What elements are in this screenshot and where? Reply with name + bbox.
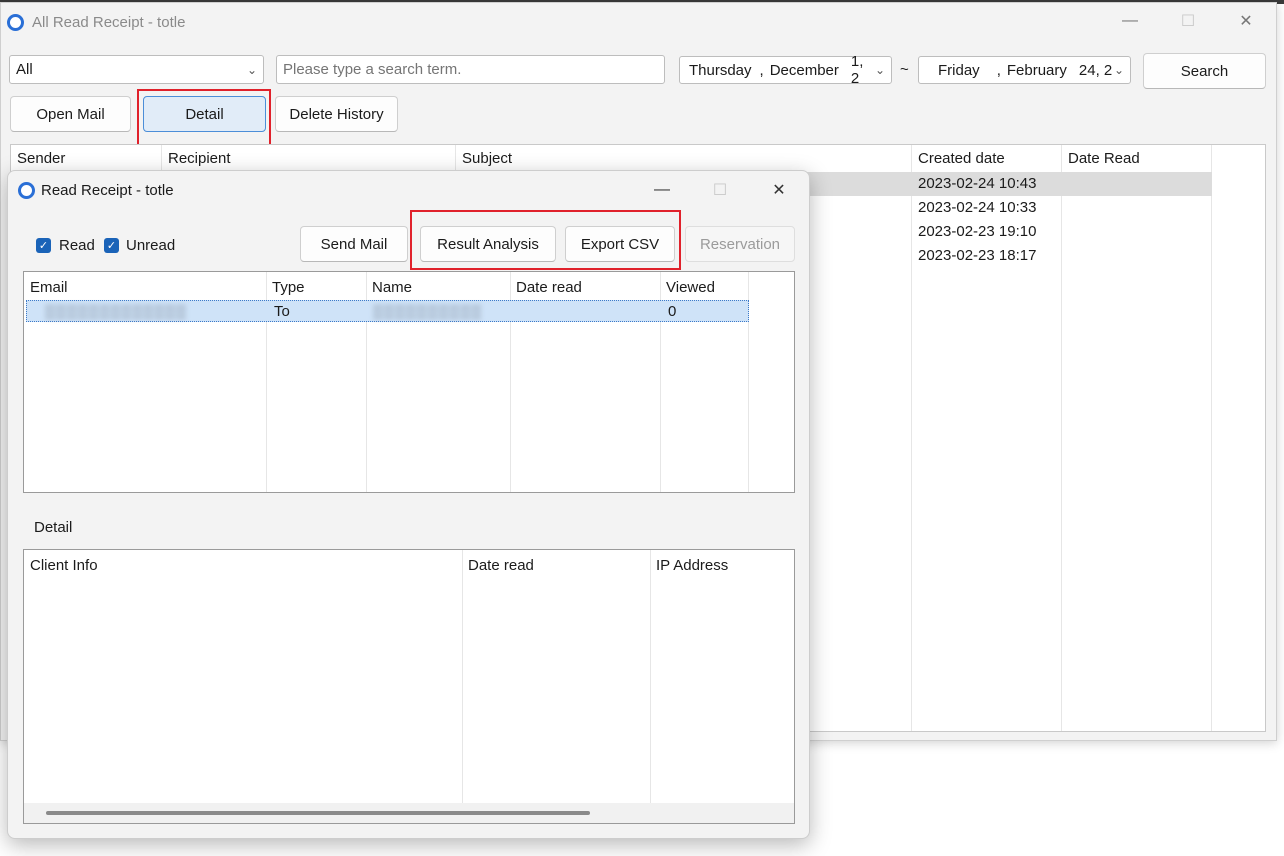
chevron-down-icon: ⌄ (246, 62, 257, 77)
column-divider (1061, 145, 1062, 731)
column-subject[interactable]: Subject (456, 145, 912, 171)
detail-table[interactable]: Client Info Date read IP Address (23, 549, 795, 824)
column-client-info[interactable]: Client Info (24, 553, 462, 577)
column-name[interactable]: Name (366, 275, 510, 299)
column-type[interactable]: Type (266, 275, 366, 299)
horizontal-scrollbar[interactable] (24, 803, 794, 823)
date-to-day: 24, 2 (1078, 61, 1113, 79)
column-divider (911, 145, 912, 731)
column-created-date[interactable]: Created date (912, 145, 1062, 171)
close-icon[interactable]: ✕ (1223, 3, 1269, 39)
type-cell: To (274, 303, 290, 320)
chevron-down-icon: ⌄ (874, 63, 885, 77)
filter-dropdown[interactable]: All ⌄ (9, 55, 264, 84)
date-to-weekday: Friday (938, 61, 980, 79)
email-cell: ▒▒▒▒▒▒▒▒▒▒▒▒▒ (45, 303, 187, 319)
created-date-cell: 2023-02-23 18:17 (918, 247, 1037, 264)
date-from-weekday: Thursday (689, 61, 752, 79)
recipient-table[interactable]: Email Type Name Date read Viewed ▒▒▒▒▒▒▒… (23, 271, 795, 493)
date-to-month: February (1006, 61, 1067, 79)
column-email[interactable]: Email (24, 275, 266, 299)
chevron-down-icon: ⌄ (1113, 63, 1124, 77)
date-to-comma: , (996, 61, 1001, 79)
created-date-cell: 2023-02-24 10:33 (918, 199, 1037, 216)
column-divider (1211, 145, 1212, 731)
date-from-month: December (769, 61, 839, 79)
maximize-icon[interactable]: ☐ (1165, 3, 1211, 39)
search-input[interactable] (276, 55, 665, 84)
column-divider (650, 550, 651, 803)
read-checkbox[interactable]: ✓ (36, 238, 51, 253)
scrollbar-thumb[interactable] (46, 811, 590, 815)
read-receipt-dialog: Read Receipt - totle — ☐ ✕ ✓ Read ✓ Unre… (7, 170, 810, 839)
minimize-icon[interactable]: — (639, 172, 685, 208)
open-mail-button[interactable]: Open Mail (10, 96, 131, 132)
column-date-read[interactable]: Date read (510, 275, 660, 299)
window-title: All Read Receipt - totle (32, 14, 186, 31)
close-icon[interactable]: ✕ (756, 172, 802, 208)
created-date-cell: 2023-02-24 10:43 (918, 175, 1037, 192)
search-button[interactable]: Search (1143, 53, 1266, 89)
export-csv-button[interactable]: Export CSV (565, 226, 675, 262)
column-viewed[interactable]: Viewed (660, 275, 748, 299)
date-range-separator: ~ (900, 61, 909, 78)
minimize-icon[interactable]: — (1107, 3, 1153, 39)
reservation-button[interactable]: Reservation (685, 226, 795, 262)
result-analysis-button[interactable]: Result Analysis (420, 226, 556, 262)
send-mail-button[interactable]: Send Mail (300, 226, 408, 262)
created-date-cell: 2023-02-23 19:10 (918, 223, 1037, 240)
column-date-read[interactable]: Date read (462, 553, 650, 577)
date-to-picker[interactable]: Friday , February 24, 2 ⌄ (918, 56, 1131, 84)
column-ip-address[interactable]: IP Address (650, 553, 794, 577)
column-divider (462, 550, 463, 803)
unread-checkbox[interactable]: ✓ (104, 238, 119, 253)
maximize-icon[interactable]: ☐ (697, 172, 743, 208)
name-cell: ▒▒▒▒▒▒▒▒▒▒ (373, 303, 483, 319)
dialog-title: Read Receipt - totle (41, 182, 174, 199)
delete-history-button[interactable]: Delete History (275, 96, 398, 132)
viewed-cell: 0 (668, 303, 677, 320)
app-logo-icon (7, 14, 24, 31)
date-from-picker[interactable]: Thursday , December 1, 2 ⌄ (679, 53, 892, 87)
column-date-read[interactable]: Date Read (1062, 145, 1212, 171)
detail-label: Detail (34, 519, 73, 536)
date-from-comma: , (759, 61, 764, 79)
app-logo-icon (18, 182, 35, 199)
column-recipient[interactable]: Recipient (162, 145, 456, 171)
date-from-day: 1, 2 (850, 53, 864, 87)
unread-label: Unread (126, 237, 176, 254)
filter-value: All (16, 61, 33, 78)
read-label: Read (59, 237, 95, 254)
table-row[interactable]: ▒▒▒▒▒▒▒▒▒▒▒▒▒ To ▒▒▒▒▒▒▒▒▒▒ 0 (26, 300, 749, 322)
detail-button[interactable]: Detail (143, 96, 266, 132)
column-sender[interactable]: Sender (11, 145, 162, 171)
